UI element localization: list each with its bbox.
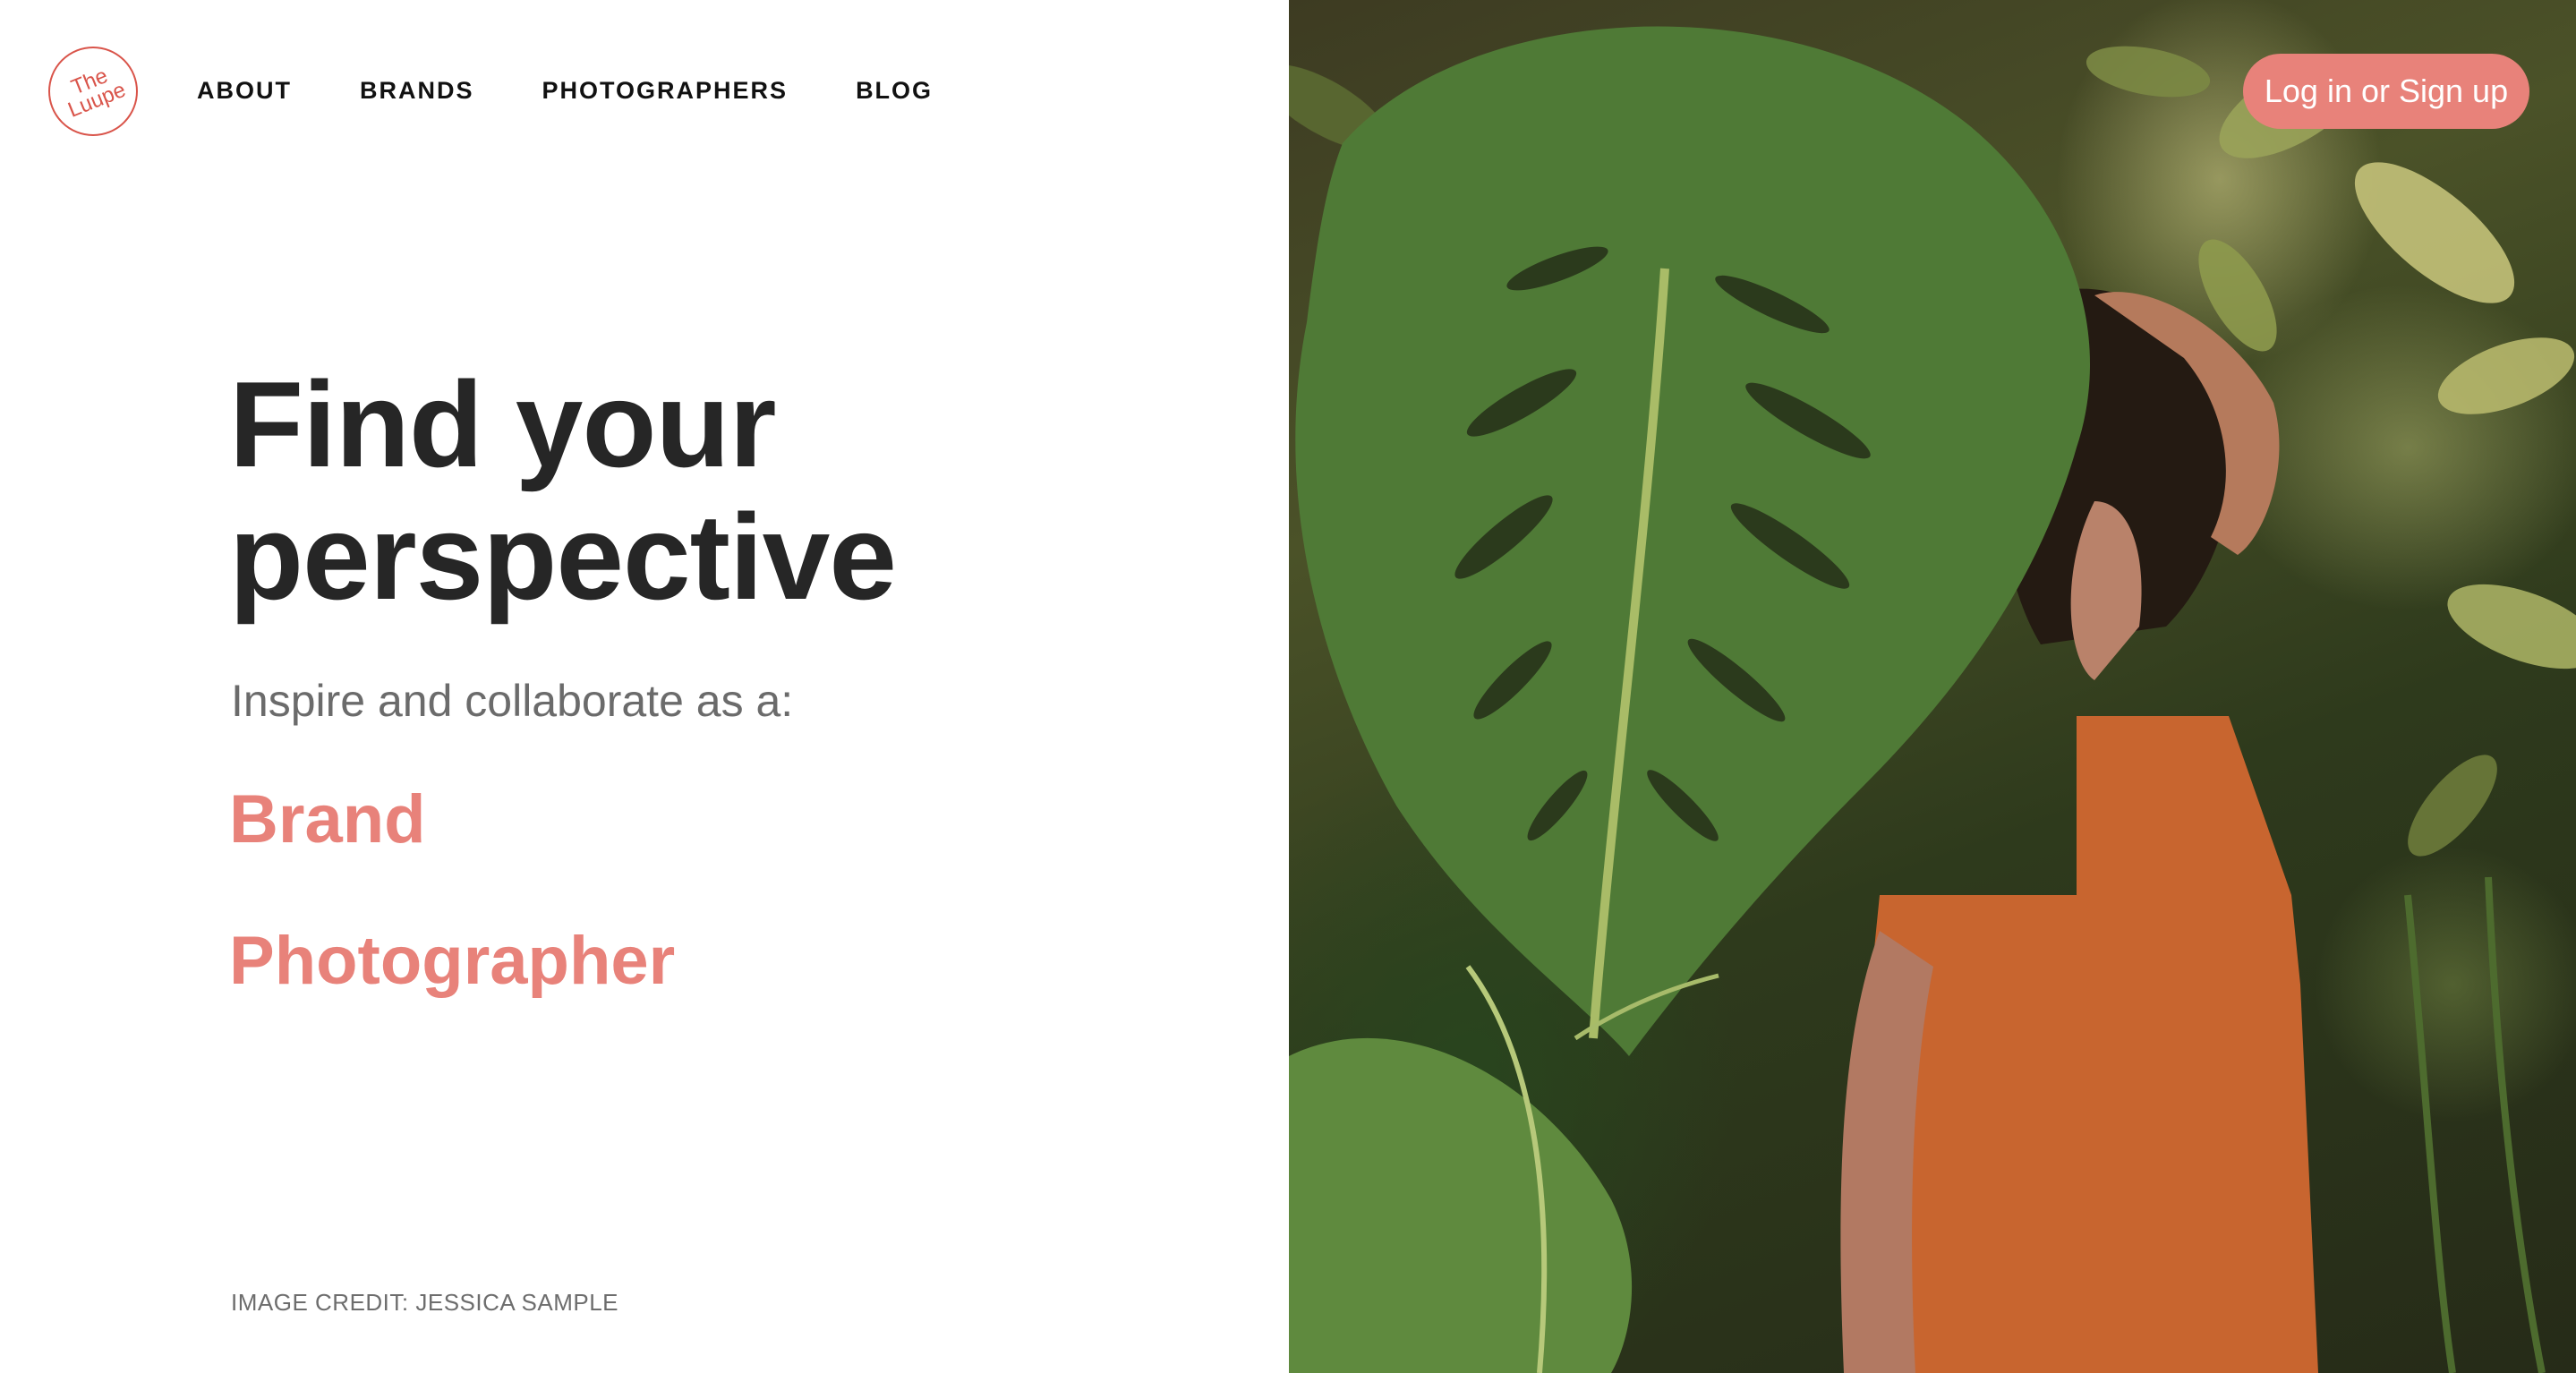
- logo-wordmark: The Luupe: [64, 64, 129, 123]
- fern-leaves: [2404, 876, 2546, 1373]
- photographer-role-link[interactable]: Photographer: [229, 922, 675, 1000]
- nav-item-brands[interactable]: BRANDS: [360, 75, 474, 106]
- hero-photo: [1289, 0, 2576, 1373]
- hero-photo-illustration: [1289, 26, 2576, 1373]
- brand-role-link[interactable]: Brand: [229, 780, 426, 858]
- nav-item-about[interactable]: ABOUT: [197, 75, 292, 106]
- hero-panel: The Luupe ABOUT BRANDS PHOTOGRAPHERS BLO…: [0, 0, 1289, 1373]
- login-signup-button[interactable]: Log in or Sign up: [2243, 54, 2529, 129]
- lower-leaves: [1289, 965, 1719, 1373]
- main-nav: ABOUT BRANDS PHOTOGRAPHERS BLOG: [197, 75, 1001, 106]
- hero-subtitle: Inspire and collaborate as a:: [231, 676, 794, 726]
- luupe-logo[interactable]: The Luupe: [48, 47, 138, 136]
- nav-item-photographers[interactable]: PHOTOGRAPHERS: [542, 75, 789, 106]
- hero-title: Find your perspective: [229, 356, 897, 625]
- image-credit: IMAGE CREDIT: JESSICA SAMPLE: [231, 1289, 618, 1316]
- landing-page: The Luupe ABOUT BRANDS PHOTOGRAPHERS BLO…: [0, 0, 2576, 1373]
- nav-item-blog[interactable]: BLOG: [856, 75, 933, 106]
